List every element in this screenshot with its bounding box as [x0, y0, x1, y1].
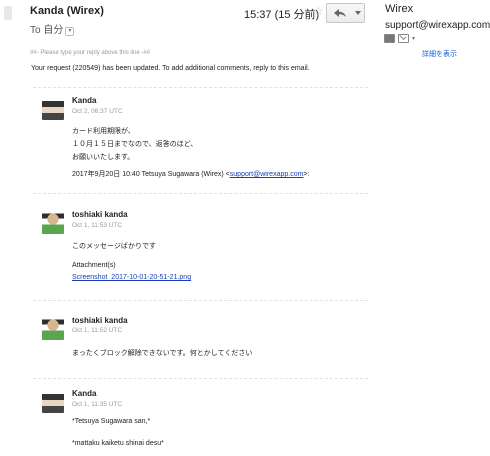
attachment-link[interactable]: Screenshot_2017-10-01-20-51-21.png — [72, 274, 191, 281]
message-time: 15:37 (15 分前) — [244, 9, 320, 21]
star-icon[interactable]: ☆ — [313, 4, 324, 18]
avatar — [42, 389, 64, 413]
contact-actions: ▾ — [384, 34, 415, 43]
divider — [33, 87, 368, 88]
message-line: *mattaku kaiketu shinai desu* — [72, 440, 164, 447]
message-author: toshiaki kanda — [72, 210, 128, 219]
message-line: １０月１５日までなので、返答のほど、 — [72, 141, 198, 148]
divider — [33, 300, 368, 301]
contact-email: support@wirexapp.com — [385, 20, 490, 31]
avatar — [42, 210, 64, 234]
quoted-header-end: >: — [303, 171, 310, 178]
message-date: Oct 1, 11:52 UTC — [72, 327, 123, 334]
reply-arrow-icon — [334, 9, 346, 17]
message-author: Kanda — [72, 389, 97, 398]
recipient-text: To 自分 — [30, 25, 64, 36]
message-pane: Kanda (Wirex) To 自分 ▾ 15:37 (15 分前) ☆ ##-… — [0, 0, 370, 456]
message-date: Oct 1, 11:35 UTC — [72, 401, 123, 408]
contact-name: Wirex — [385, 3, 414, 15]
attachment-label: Attachment(s) — [72, 262, 116, 269]
details-dropdown-icon[interactable]: ▾ — [65, 27, 75, 36]
reply-marker: ##- Please type your reply above this li… — [30, 50, 151, 56]
email-link[interactable]: support@wirexapp.com — [230, 171, 304, 178]
divider — [33, 378, 368, 379]
avatar — [42, 96, 64, 120]
request-update-text: Your request (220549) has been updated. … — [31, 65, 310, 72]
message-line: *Tetsuya Sugawara san,* — [72, 418, 151, 425]
chevron-down-icon — [355, 11, 361, 15]
mail-icon[interactable] — [398, 34, 409, 43]
message-line: このメッセージばかりです — [72, 243, 156, 250]
quoted-header-text: 2017年9月20日 10:40 Tetsuya Sugawara (Wirex… — [72, 171, 230, 178]
sender-avatar — [4, 6, 12, 20]
contact-card-icon[interactable] — [384, 34, 395, 43]
reply-button[interactable] — [326, 3, 354, 23]
more-options-button[interactable] — [352, 3, 365, 23]
message-author: toshiaki kanda — [72, 316, 128, 325]
sender-name[interactable]: Kanda (Wirex) — [30, 5, 104, 17]
show-details-link[interactable]: 詳細を表示 — [422, 49, 457, 59]
message-date: Oct 1, 11:53 UTC — [72, 222, 123, 229]
quoted-header: 2017年9月20日 10:40 Tetsuya Sugawara (Wirex… — [72, 169, 309, 179]
contact-panel: Wirex support@wirexapp.com ▾ 詳細を表示 — [370, 0, 490, 456]
message-author: Kanda — [72, 96, 97, 105]
avatar — [42, 316, 64, 340]
message-line: カード利用期限が、 — [72, 128, 135, 135]
divider — [33, 193, 368, 194]
message-date: Oct 2, 06:37 UTC — [72, 108, 123, 115]
chevron-down-icon[interactable]: ▾ — [412, 35, 415, 42]
recipient-line[interactable]: To 自分 ▾ — [30, 21, 75, 36]
message-line: まったくブロック解除できないです。何とかしてください — [72, 350, 253, 357]
message-line: お願いいたします。 — [72, 154, 135, 161]
